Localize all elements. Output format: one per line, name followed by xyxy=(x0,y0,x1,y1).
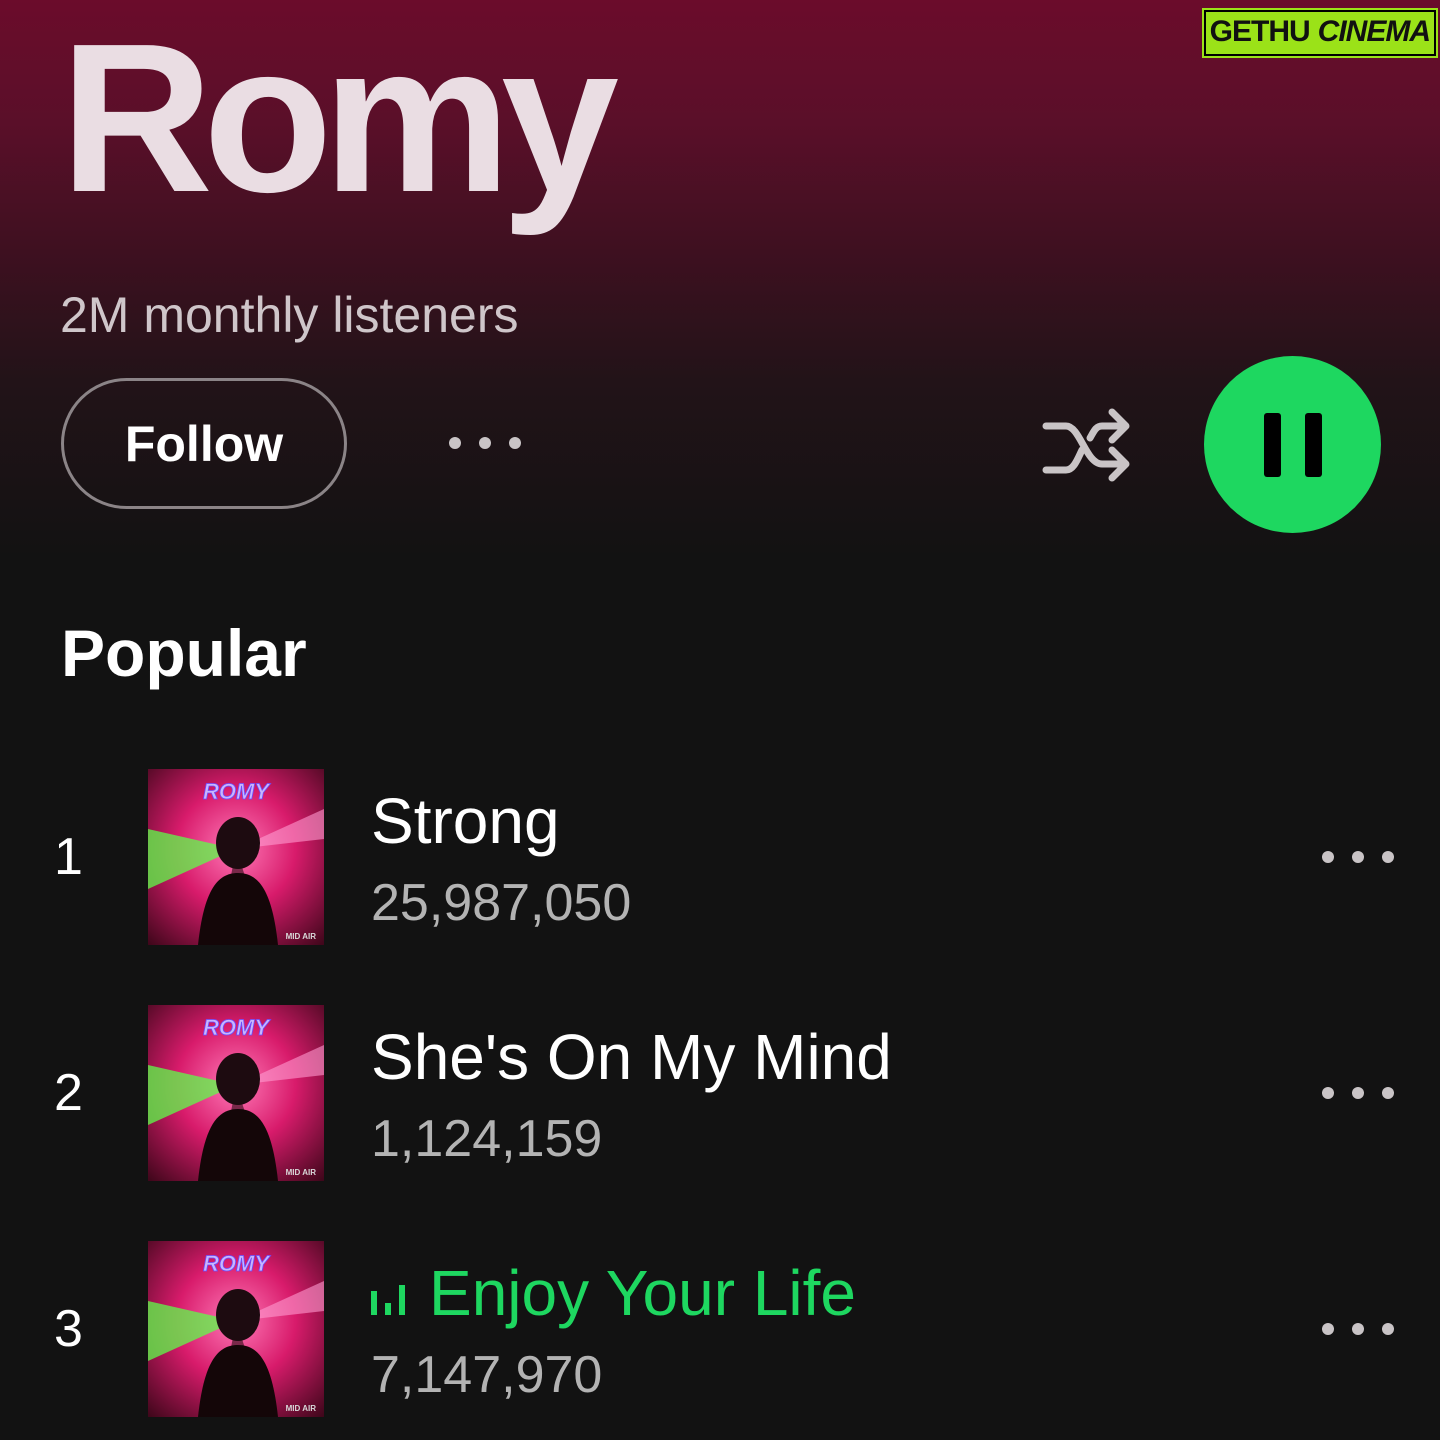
album-cover: ROMY MID AIR xyxy=(148,1005,324,1181)
watermark-logo: GETHU CINEMA xyxy=(1203,10,1436,56)
track-play-count: 25,987,050 xyxy=(371,874,632,932)
track-title-text: Strong xyxy=(371,785,560,857)
track-rank: 3 xyxy=(54,1300,83,1358)
track-rank: 2 xyxy=(54,1064,83,1122)
track-title-text: She's On My Mind xyxy=(371,1021,892,1093)
album-cover-art: ROMY MID AIR xyxy=(148,1241,324,1417)
track-play-count: 1,124,159 xyxy=(371,1110,603,1168)
track-row[interactable]: 1 ROMY MID AIR Strong 25,987,050 xyxy=(0,769,1440,949)
cover-title: ROMY xyxy=(203,1015,271,1040)
cover-title: ROMY xyxy=(203,1251,271,1276)
track-title: Enjoy Your Life xyxy=(371,1261,856,1325)
watermark-text-left: GETHU xyxy=(1205,12,1314,54)
track-more-options-icon[interactable] xyxy=(1322,1087,1394,1099)
shuffle-icon xyxy=(1042,408,1130,482)
album-cover: ROMY MID AIR xyxy=(148,769,324,945)
album-cover-art: ROMY MID AIR xyxy=(148,1005,324,1181)
cover-caption: MID AIR xyxy=(286,1404,317,1413)
pause-button[interactable] xyxy=(1204,356,1381,533)
track-row[interactable]: 2 ROMY MID AIR She's On My Mind 1,124,15… xyxy=(0,1005,1440,1185)
watermark-text-right: CINEMA xyxy=(1313,12,1434,54)
shuffle-button[interactable] xyxy=(1040,404,1132,486)
popular-section-title: Popular xyxy=(61,616,307,690)
more-options-icon[interactable] xyxy=(449,437,521,449)
artist-name: Romy xyxy=(60,0,619,236)
cover-caption: MID AIR xyxy=(286,1168,317,1177)
track-row[interactable]: 3 ROMY MID AIR Enjoy Your Life 7,147,970 xyxy=(0,1241,1440,1421)
track-rank: 1 xyxy=(54,828,83,886)
track-play-count: 7,147,970 xyxy=(371,1346,603,1404)
track-more-options-icon[interactable] xyxy=(1322,851,1394,863)
cover-title: ROMY xyxy=(203,779,271,804)
follow-button[interactable]: Follow xyxy=(61,378,347,509)
album-cover: ROMY MID AIR xyxy=(148,1241,324,1417)
track-title: Strong xyxy=(371,789,560,853)
pause-icon xyxy=(1263,412,1322,477)
album-cover-art: ROMY MID AIR xyxy=(148,769,324,945)
monthly-listeners: 2M monthly listeners xyxy=(60,287,519,343)
track-title-text: Enjoy Your Life xyxy=(429,1257,856,1329)
track-title: She's On My Mind xyxy=(371,1025,892,1089)
now-playing-icon xyxy=(371,1281,411,1315)
track-more-options-icon[interactable] xyxy=(1322,1323,1394,1335)
cover-caption: MID AIR xyxy=(286,932,317,941)
